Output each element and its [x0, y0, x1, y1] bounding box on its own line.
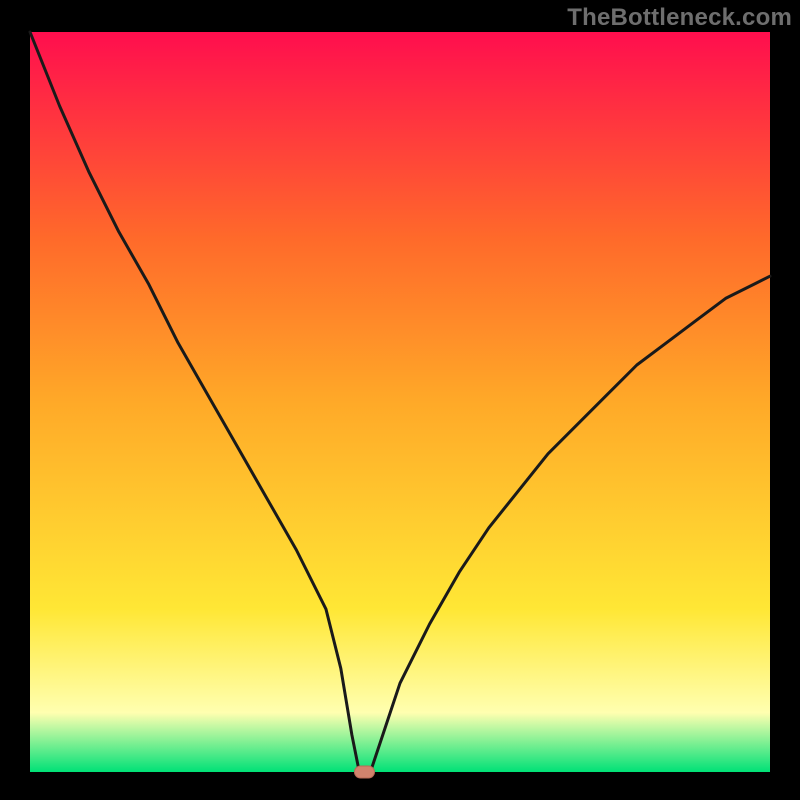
bottleneck-chart [0, 0, 800, 800]
chart-frame: TheBottleneck.com [0, 0, 800, 800]
plot-background [30, 32, 770, 772]
minimum-marker [354, 766, 374, 778]
